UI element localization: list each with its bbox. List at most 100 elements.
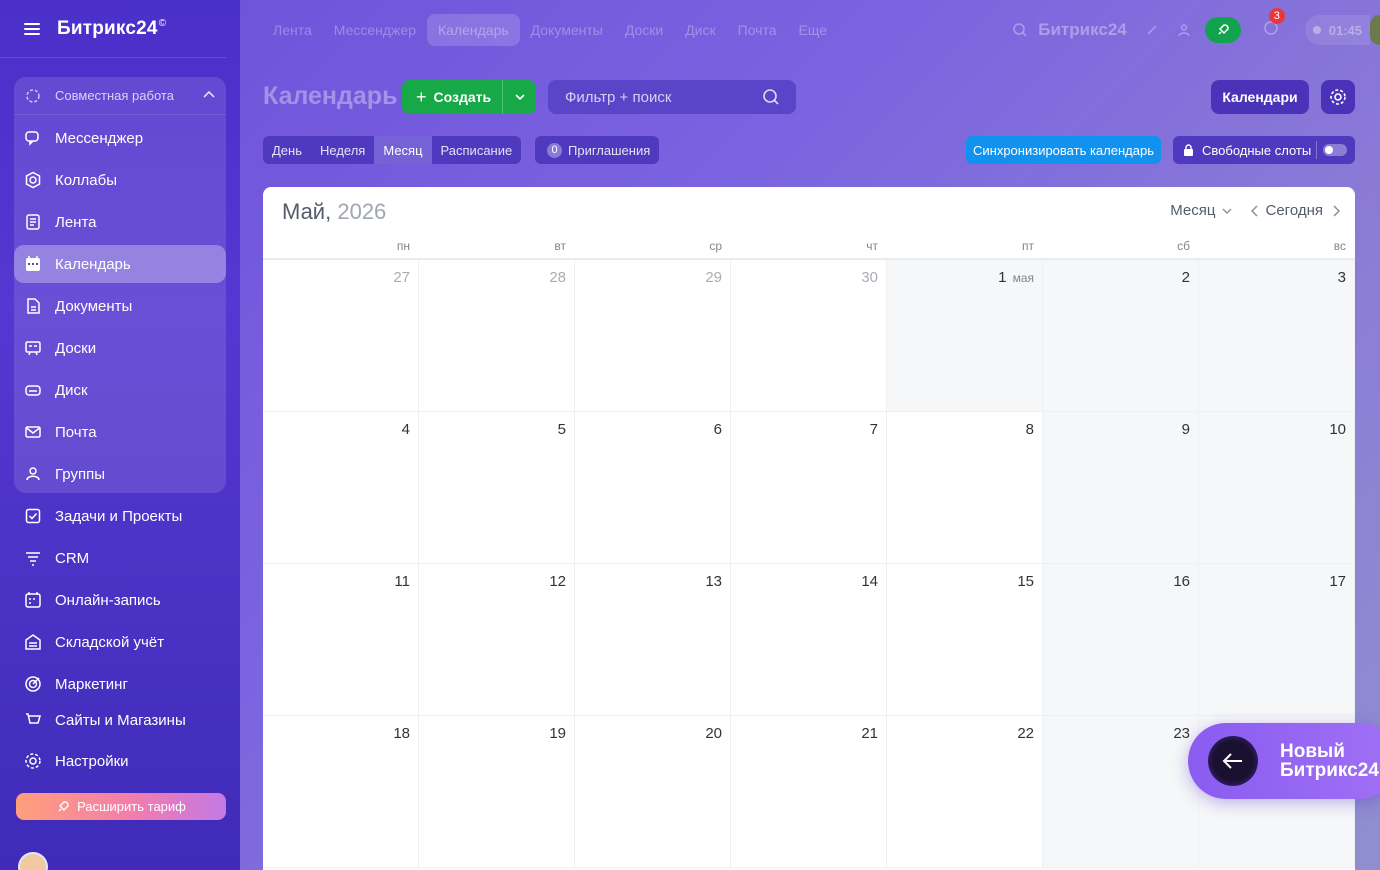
day-cell[interactable]: 10 (1199, 412, 1355, 564)
upgrade-button[interactable]: Расширить тариф (16, 793, 226, 820)
sidebar-item-3[interactable]: Календарь (14, 245, 226, 283)
top-brand[interactable]: Битрикс24 (1038, 20, 1126, 40)
search-icon[interactable] (1012, 22, 1028, 38)
group-title[interactable]: Совместная работа (14, 77, 226, 115)
sidebar-item-6[interactable]: Диск (14, 371, 226, 409)
avatar[interactable] (18, 852, 48, 870)
pin-icon[interactable] (1145, 23, 1159, 37)
day-cell[interactable]: 5 (419, 412, 575, 564)
sidebar-item-8[interactable]: Группы (14, 455, 226, 493)
day-cell[interactable]: 16 (1043, 564, 1199, 716)
sidebar-item-0[interactable]: Мессенджер (14, 119, 226, 157)
search-input[interactable]: Фильтр + поиск (548, 80, 796, 114)
top-nav-item[interactable]: Диск (674, 14, 726, 46)
day-cell[interactable]: 2 (1043, 260, 1199, 412)
day-cell[interactable]: 6 (575, 412, 731, 564)
day-cell[interactable]: 19 (419, 716, 575, 868)
sidebar-item-13[interactable]: Маркетинг (14, 665, 226, 703)
top-nav-item[interactable]: Лента (262, 14, 323, 46)
sidebar-item-label: Лента (55, 213, 97, 231)
top-nav-item[interactable]: Мессенджер (323, 14, 427, 46)
day-cell[interactable]: 1 мая (887, 260, 1043, 412)
chevron-up-icon[interactable] (202, 88, 216, 102)
new-bitrix-promo[interactable]: Новый Битрикс24 (1188, 723, 1380, 799)
view-tab[interactable]: Неделя (311, 136, 374, 164)
today-button[interactable]: Сегодня (1266, 202, 1324, 219)
day-number: 17 (1329, 573, 1346, 590)
day-cell[interactable]: 29 (575, 260, 731, 412)
top-nav-item[interactable]: Календарь (426, 14, 520, 46)
day-cell[interactable]: 28 (419, 260, 575, 412)
sidebar-item-label: Сайты и Магазины (55, 712, 186, 729)
day-cell[interactable]: 20 (575, 716, 731, 868)
user-avatar[interactable] (1370, 15, 1380, 45)
free-slots-toggle[interactable] (1323, 144, 1347, 156)
view-tab[interactable]: Расписание (432, 136, 522, 164)
top-nav-item[interactable]: Документы (520, 14, 614, 46)
top-nav-item[interactable]: Еще (788, 14, 839, 46)
sidebar-item-2[interactable]: Лента (14, 203, 226, 241)
day-cell[interactable]: 30 (731, 260, 887, 412)
day-number: 6 (713, 421, 722, 438)
day-cell[interactable]: 27 (263, 260, 419, 412)
logo[interactable]: Битрикс24© (57, 18, 166, 40)
weekday-label: ср (709, 239, 722, 253)
settings-button[interactable] (1321, 80, 1355, 114)
sidebar-item-15[interactable]: Настройки (14, 742, 226, 780)
day-cell[interactable]: 21 (731, 716, 887, 868)
top-nav-item[interactable]: Доски (614, 14, 674, 46)
day-cell[interactable]: 4 (263, 412, 419, 564)
search-icon[interactable] (762, 88, 780, 106)
day-cell[interactable]: 12 (419, 564, 575, 716)
sidebar-item-1[interactable]: Коллабы (14, 161, 226, 199)
day-cell[interactable]: 23 (1043, 716, 1199, 868)
day-number: 23 (1173, 725, 1190, 742)
sidebar-item-14[interactable]: Сайты и Магазины (14, 707, 226, 729)
next-icon[interactable] (1331, 204, 1341, 218)
create-button[interactable]: + Создать (402, 80, 536, 114)
day-cell[interactable]: 15 (887, 564, 1043, 716)
sidebar-item-label: Коллабы (55, 171, 117, 189)
day-number: 9 (1181, 421, 1190, 438)
sidebar-item-11[interactable]: Онлайн-запись (14, 581, 226, 619)
mode-select[interactable]: Месяц (1170, 202, 1231, 219)
sidebar-item-12[interactable]: Складской учёт (14, 623, 226, 661)
shop-icon (26, 713, 41, 724)
prev-icon[interactable] (1250, 204, 1260, 218)
sync-calendar-button[interactable]: Синхронизировать календарь (966, 136, 1161, 164)
free-slots-button[interactable]: Свободные слоты (1173, 136, 1355, 164)
top-nav-item[interactable]: Почта (727, 14, 788, 46)
day-cell[interactable]: 8 (887, 412, 1043, 564)
work-time[interactable]: 01:45 (1304, 15, 1370, 45)
day-cell[interactable]: 13 (575, 564, 731, 716)
day-number: 14 (861, 573, 878, 590)
rocket-button[interactable] (1204, 17, 1241, 43)
day-cell[interactable]: 14 (731, 564, 887, 716)
day-cell[interactable]: 7 (731, 412, 887, 564)
day-cell[interactable]: 17 (1199, 564, 1355, 716)
day-cell[interactable]: 22 (887, 716, 1043, 868)
menu-icon[interactable] (24, 22, 40, 35)
calendars-button[interactable]: Календари (1211, 80, 1309, 114)
user-icon[interactable] (1177, 23, 1191, 37)
invites-button[interactable]: 0 Приглашения (535, 136, 659, 164)
day-number: 3 (1337, 269, 1346, 286)
sidebar-item-4[interactable]: Документы (14, 287, 226, 325)
sidebar-item-9[interactable]: Задачи и Проекты (14, 497, 226, 535)
sidebar-item-10[interactable]: CRM (14, 539, 226, 577)
status-dot (1312, 26, 1321, 34)
day-cell[interactable]: 9 (1043, 412, 1199, 564)
day-number: 29 (705, 269, 722, 286)
day-cell[interactable]: 11 (263, 564, 419, 716)
sidebar-item-label: Документы (55, 297, 133, 315)
view-tab[interactable]: День (263, 136, 311, 164)
weekday-label: сб (1177, 239, 1190, 253)
create-menu-button[interactable] (502, 80, 536, 114)
sidebar-item-7[interactable]: Почта (14, 413, 226, 451)
day-cell[interactable]: 3 (1199, 260, 1355, 412)
day-cell[interactable]: 18 (263, 716, 419, 868)
notifications-button[interactable]: 3 (1263, 7, 1285, 41)
sidebar-item-label: Складской учёт (55, 633, 165, 651)
view-tab[interactable]: Месяц (374, 136, 432, 164)
sidebar-item-5[interactable]: Доски (14, 329, 226, 367)
